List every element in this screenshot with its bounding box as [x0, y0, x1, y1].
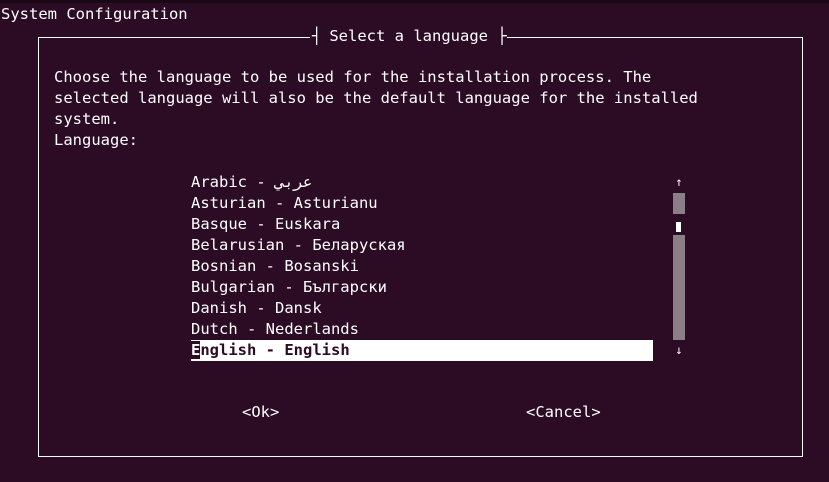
dialog-title-text: Select a language — [329, 27, 488, 45]
language-option[interactable]: Bulgarian - Български — [191, 277, 653, 298]
dialog-prompt: Choose the language to be used for the i… — [54, 46, 794, 151]
dialog-title: ┤ Select a language ├ — [310, 26, 508, 47]
language-option[interactable]: Arabic - عربي — [191, 172, 653, 193]
language-option[interactable]: Danish - Dansk — [191, 298, 653, 319]
scrollbar-segment — [673, 193, 685, 214]
prompt-line: selected language will also be the defau… — [54, 89, 698, 107]
scrollbar-thumb[interactable] — [676, 222, 681, 232]
scrollbar-segment — [673, 235, 685, 340]
language-option[interactable]: English - English — [191, 340, 653, 361]
language-option[interactable]: Basque - Euskara — [191, 214, 653, 235]
language-option[interactable]: Belarusian - Беларуская — [191, 235, 653, 256]
scroll-up-arrow-icon[interactable]: ↑ — [673, 172, 685, 193]
language-option[interactable]: Bosnian - Bosanski — [191, 256, 653, 277]
title-left-tee: ┤ — [312, 27, 322, 45]
ok-button[interactable]: <Ok> — [242, 402, 279, 423]
language-label: Language: — [54, 131, 138, 149]
language-option[interactable]: Dutch - Nederlands — [191, 319, 653, 340]
cancel-button[interactable]: <Cancel> — [526, 402, 601, 423]
title-right-tee: ├ — [497, 27, 507, 45]
option-label-rest: nglish - English — [200, 341, 350, 359]
prompt-line: system. — [54, 110, 120, 128]
language-list[interactable]: Arabic - عربي Asturian - Asturianu Basque … — [191, 172, 653, 361]
terminal-title: System Configuration — [1, 5, 188, 23]
prompt-line: Choose the language to be used for the i… — [54, 68, 652, 86]
scrollbar-track[interactable] — [673, 193, 685, 340]
window-top-edge — [0, 0, 829, 3]
hotkey-char: E — [191, 341, 201, 359]
scroll-down-arrow-icon[interactable]: ↓ — [673, 340, 685, 361]
language-option[interactable]: Asturian - Asturianu — [191, 193, 653, 214]
